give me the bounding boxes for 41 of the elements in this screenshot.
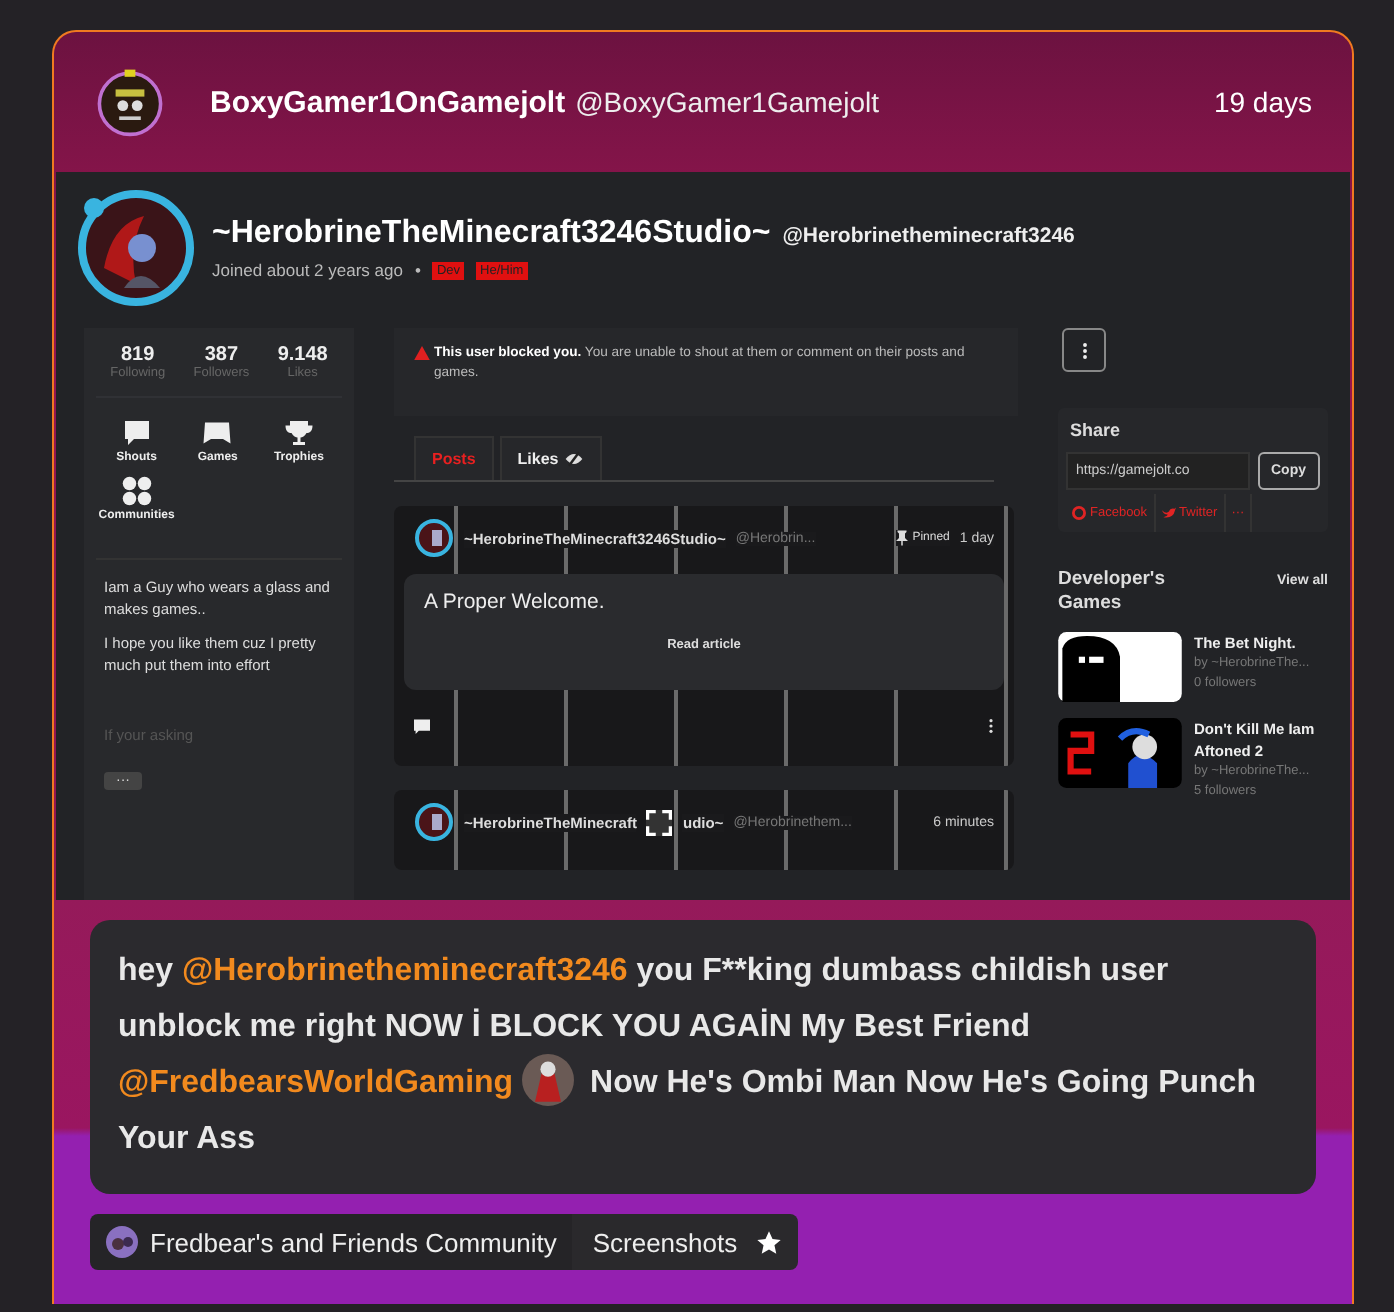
section-title: Developer's Games — [1058, 568, 1167, 616]
warning-icon — [414, 346, 430, 360]
separator-dot: • — [414, 260, 421, 280]
author-handle[interactable]: @BoxyGamer1Gamejolt — [575, 86, 879, 118]
kebab-menu-icon — [1081, 341, 1087, 359]
profile-handle: @Herobrinetheminecraft3246 — [782, 224, 1075, 248]
stat-value[interactable]: 387 — [204, 344, 239, 366]
author-name[interactable]: BoxyGamer1OnGamejolt — [210, 85, 566, 119]
options-button[interactable] — [1062, 328, 1106, 372]
message-text: hey @Herobrinetheminecraft3246 you F**king dumbass childish user unblock me right NOW İ BLOCK YOU AGAİN My Best Friend @FredbearsWorldGaming Now He's Ombi Man Now He's Going Punch Your Ass — [118, 952, 1258, 1159]
joined-date: Joined about 2 years ago — [212, 260, 403, 280]
community-avatar-icon — [106, 1226, 138, 1258]
speech-bubble-icon[interactable] — [121, 418, 152, 448]
kebab-menu-icon[interactable] — [988, 718, 994, 734]
stat-value[interactable]: 9.148 — [277, 344, 328, 366]
trophy-icon[interactable] — [283, 418, 314, 448]
stat-value[interactable]: 819 — [121, 344, 155, 366]
mention-link[interactable]: @Herobrinetheminecraft3246 — [182, 954, 628, 988]
post-time: 19 days — [1213, 86, 1312, 118]
profile-avatar-icon — [76, 188, 196, 308]
mention-link[interactable]: @FredbearsWorldGaming — [118, 1066, 514, 1100]
comment-icon[interactable] — [414, 718, 430, 734]
share-title: Share — [1068, 420, 1123, 440]
article-title: A Proper Welcome. — [424, 590, 607, 614]
bird-icon — [1161, 506, 1176, 520]
hidden-eye-icon — [564, 450, 585, 468]
pin-icon — [896, 530, 909, 546]
profile-avatar-icon — [414, 802, 454, 842]
avatar-icon[interactable] — [94, 66, 166, 138]
facebook-circle-icon — [1072, 506, 1086, 520]
fullscreen-icon[interactable] — [646, 809, 673, 835]
profile-tab[interactable]: Likes — [499, 436, 603, 480]
game-thumbnail[interactable] — [1058, 718, 1182, 788]
user-avatar-icon[interactable] — [521, 1054, 574, 1106]
star-icon — [755, 1229, 782, 1255]
profile-name: ~HerobrineTheMinecraft3246Studio~ — [212, 216, 771, 252]
community-tag[interactable]: Fredbear's and Friends Community — [90, 1214, 573, 1270]
grid-dots-icon[interactable] — [121, 476, 152, 506]
channel-tag[interactable]: Screenshots — [572, 1214, 798, 1270]
game-thumbnail[interactable] — [1058, 632, 1182, 702]
profile-avatar-icon — [414, 518, 454, 558]
